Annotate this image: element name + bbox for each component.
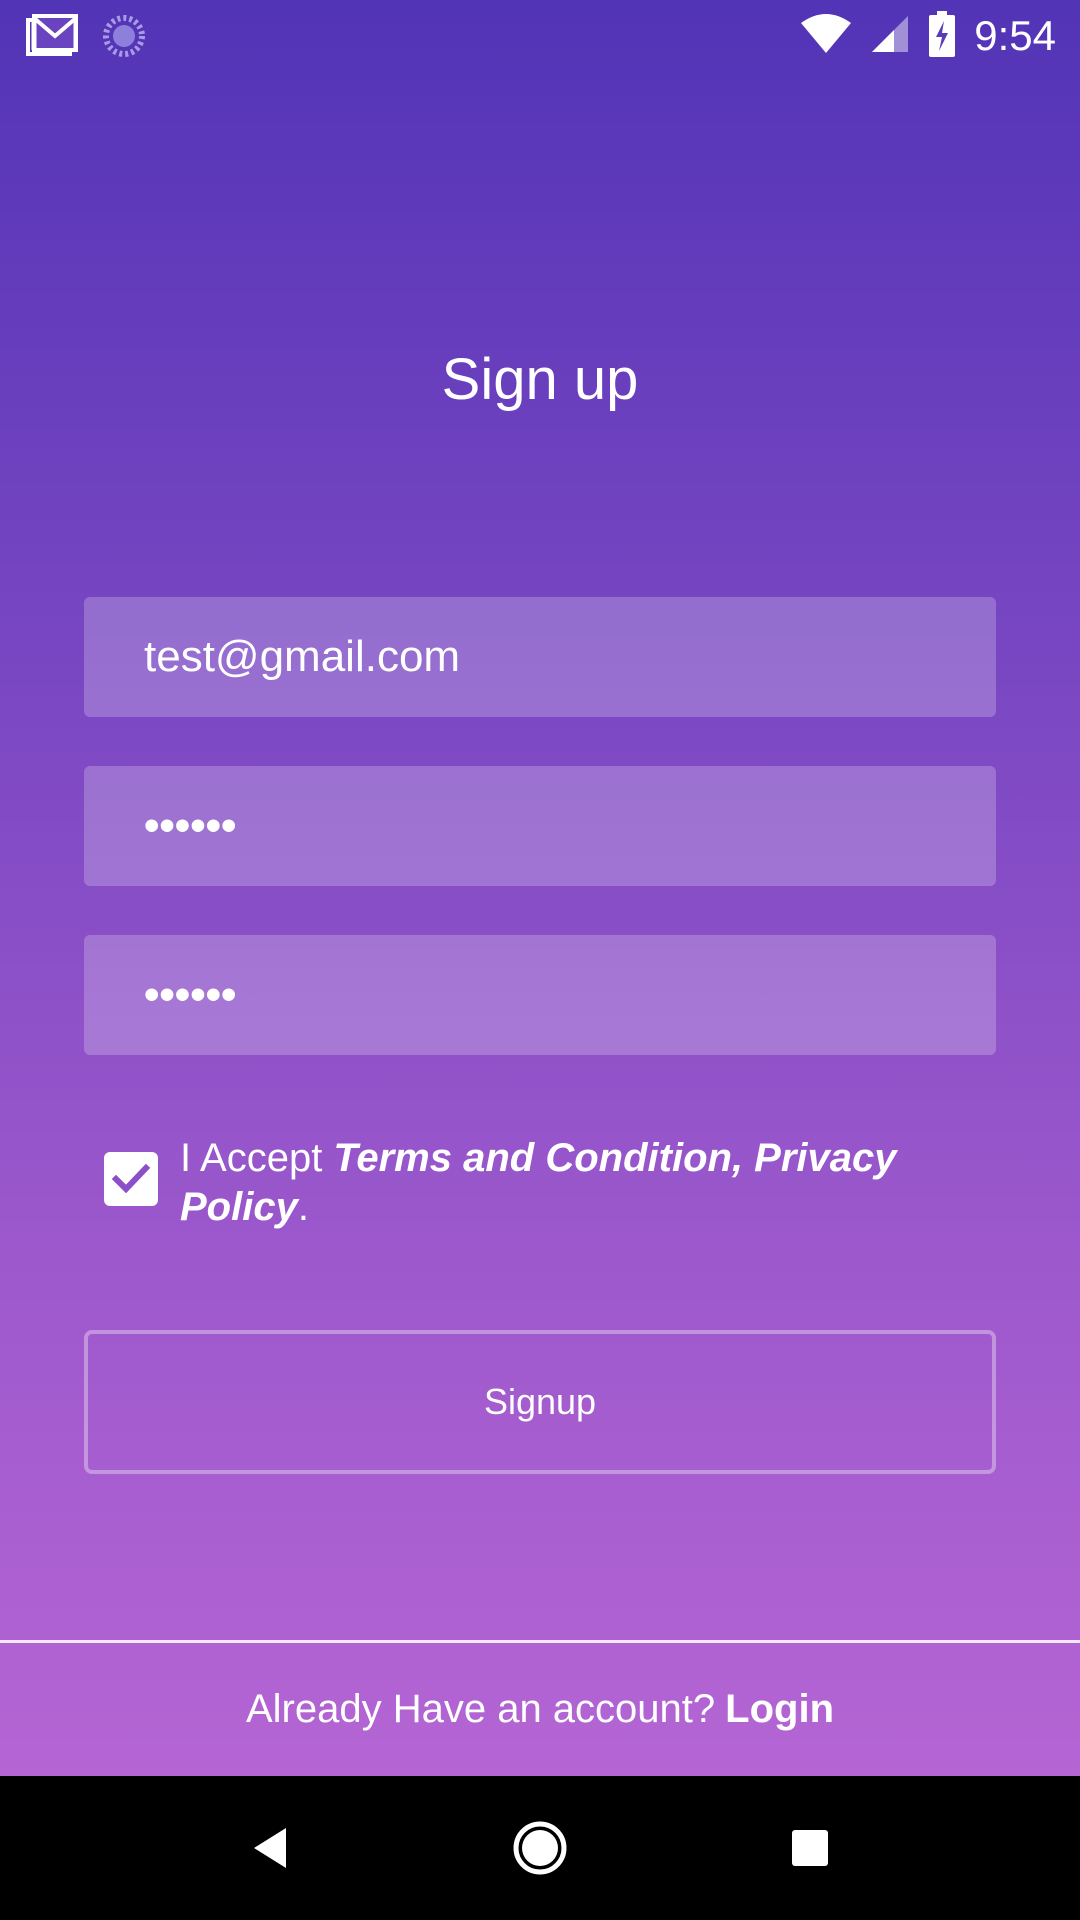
email-field[interactable]: test@gmail.com xyxy=(84,597,996,717)
home-icon xyxy=(513,1821,567,1875)
password-value: •••••• xyxy=(144,801,237,850)
terms-text: I Accept Terms and Condition, Privacy Po… xyxy=(180,1134,980,1232)
footer: Already Have an account? Login xyxy=(0,1643,1080,1776)
home-button[interactable] xyxy=(508,1816,572,1880)
terms-checkbox[interactable] xyxy=(104,1152,158,1206)
status-right: 9:54 xyxy=(800,10,1056,62)
signup-button[interactable]: Signup xyxy=(84,1330,996,1474)
confirm-password-value: •••••• xyxy=(144,970,237,1019)
wifi-icon xyxy=(800,13,852,60)
email-value: test@gmail.com xyxy=(144,632,461,681)
back-button[interactable] xyxy=(238,1816,302,1880)
login-link[interactable]: Login xyxy=(725,1687,834,1732)
signup-button-label: Signup xyxy=(483,1381,597,1422)
signup-screen: 9:54 Sign up test@gmail.com •••••• •••••… xyxy=(0,0,1080,1776)
recents-button[interactable] xyxy=(778,1816,842,1880)
terms-suffix: . xyxy=(297,1185,309,1229)
recents-icon xyxy=(792,1830,828,1866)
status-left xyxy=(26,14,146,63)
page-title: Sign up xyxy=(441,347,639,412)
terms-prefix: I Accept xyxy=(180,1136,334,1180)
confirm-password-field[interactable]: •••••• xyxy=(84,935,996,1055)
checkmark-icon xyxy=(111,1163,151,1194)
gmail-icon xyxy=(26,14,79,63)
loading-icon xyxy=(102,14,146,63)
password-field[interactable]: •••••• xyxy=(84,766,996,886)
signal-icon xyxy=(870,14,910,59)
status-bar: 9:54 xyxy=(0,0,1080,72)
battery-charging-icon xyxy=(928,10,956,62)
navigation-bar xyxy=(0,1776,1080,1920)
back-icon xyxy=(254,1828,286,1868)
footer-prompt: Already Have an account? xyxy=(245,1687,716,1731)
status-time: 9:54 xyxy=(974,12,1056,59)
